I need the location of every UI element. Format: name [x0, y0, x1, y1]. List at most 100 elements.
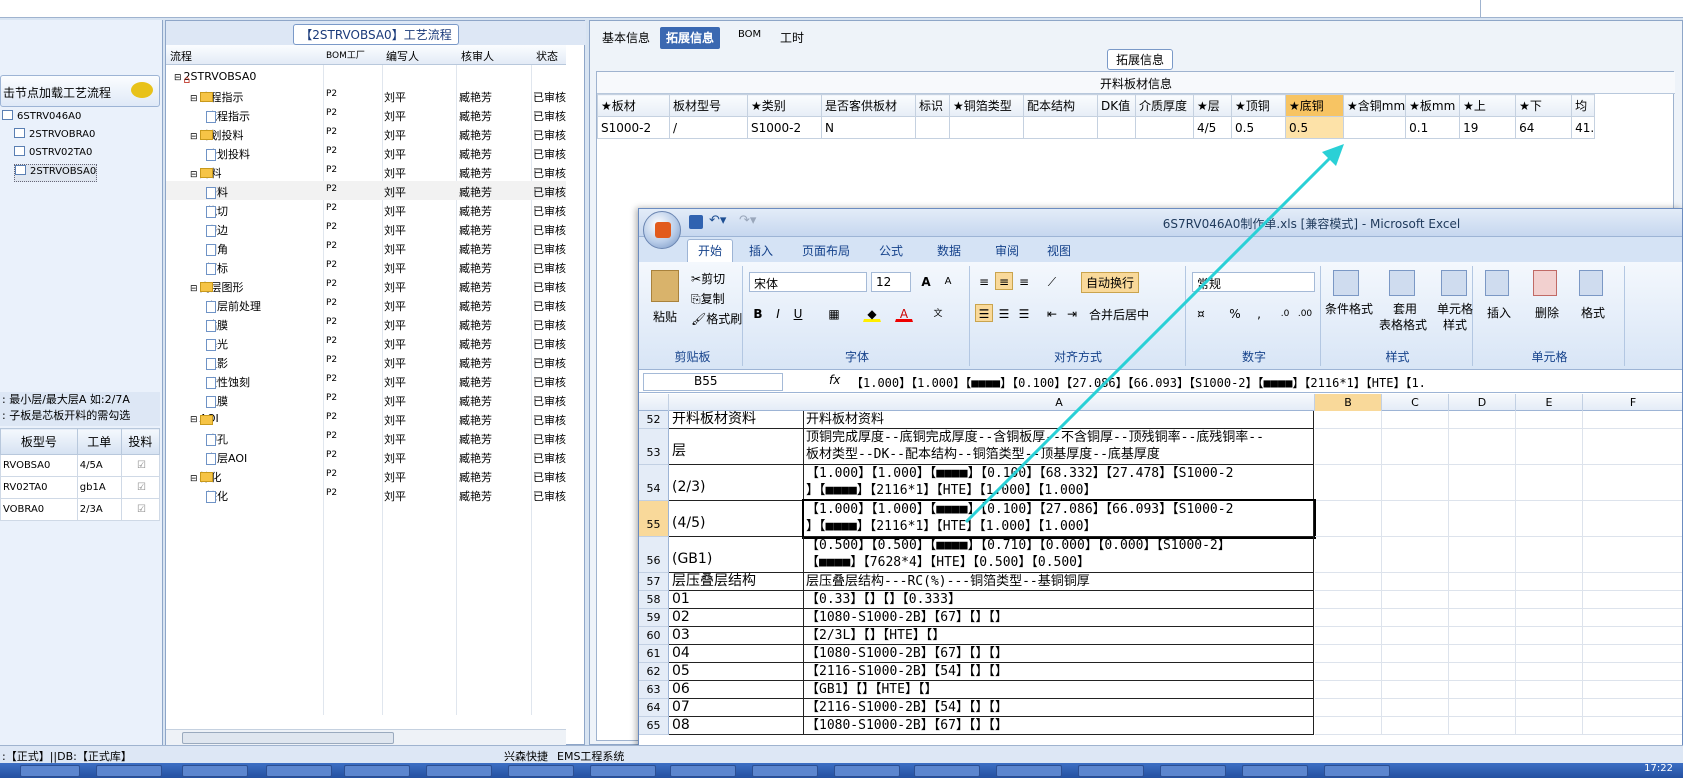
- grow-font-icon[interactable]: A: [917, 272, 935, 290]
- orientation-icon[interactable]: ⟋: [1043, 272, 1061, 290]
- cell-b[interactable]: 开料板材资料: [804, 411, 1314, 429]
- empty-cell[interactable]: [1516, 663, 1583, 681]
- cell-b[interactable]: 【2/3L】【】【HTE】【】: [804, 627, 1314, 645]
- empty-cell[interactable]: [1583, 537, 1682, 573]
- office-button[interactable]: [643, 211, 681, 249]
- taskbar-button[interactable]: [670, 765, 736, 777]
- process-row[interactable]: 贴膜 P2 刘平 臧艳芳 已审核: [166, 314, 566, 333]
- row-header[interactable]: 61: [639, 645, 669, 663]
- empty-cell[interactable]: [1315, 573, 1382, 591]
- cell-a[interactable]: 03: [669, 627, 804, 645]
- empty-cell[interactable]: [1449, 573, 1516, 591]
- row-header[interactable]: 54: [639, 465, 669, 501]
- ext-cell[interactable]: 0.5: [1285, 116, 1344, 139]
- process-row[interactable]: 显影 P2 刘平 臧艳芳 已审核: [166, 352, 566, 371]
- taskbar-button[interactable]: [20, 765, 80, 777]
- ext-col-header[interactable]: 是否客供板材: [821, 94, 916, 117]
- underline-icon[interactable]: U: [789, 304, 807, 322]
- decrease-indent-icon[interactable]: ⇤: [1043, 304, 1061, 322]
- bold-icon[interactable]: B: [749, 304, 767, 322]
- empty-cell[interactable]: [1382, 699, 1449, 717]
- font-color-icon[interactable]: A: [895, 304, 913, 322]
- empty-cell[interactable]: [1382, 627, 1449, 645]
- name-box[interactable]: B55: [643, 373, 783, 391]
- format-painter-button[interactable]: 🖌格式刷: [691, 310, 742, 327]
- ext-cell[interactable]: 0.5: [1231, 116, 1286, 139]
- empty-cell[interactable]: [1583, 681, 1682, 699]
- ext-col-header[interactable]: ★铜箔类型: [949, 94, 1024, 117]
- row-header[interactable]: 63: [639, 681, 669, 699]
- row-header[interactable]: 59: [639, 609, 669, 627]
- empty-cell[interactable]: [1382, 537, 1449, 573]
- taskbar-button[interactable]: [508, 765, 574, 777]
- empty-cell[interactable]: [1315, 681, 1382, 699]
- ext-col-header[interactable]: ★板mm: [1405, 94, 1461, 117]
- empty-cell[interactable]: [1516, 699, 1583, 717]
- empty-cell[interactable]: [1315, 699, 1382, 717]
- bom-tree-item[interactable]: 0STRV02TA0: [14, 146, 92, 164]
- taskbar-button[interactable]: [266, 765, 332, 777]
- empty-cell[interactable]: [1449, 681, 1516, 699]
- process-row[interactable]: 流程指示 P2 刘平 臧艳芳 已审核: [166, 105, 566, 124]
- ext-cell[interactable]: [1135, 116, 1194, 139]
- empty-cell[interactable]: [1583, 663, 1682, 681]
- decrease-decimal-icon[interactable]: .00: [1296, 304, 1314, 322]
- ext-col-header[interactable]: ★底铜: [1285, 94, 1344, 117]
- row-header[interactable]: 53: [639, 429, 669, 465]
- empty-cell[interactable]: [1516, 609, 1583, 627]
- process-group-row[interactable]: ⊟ 内层图形 P2 刘平 臧艳芳 已审核: [166, 276, 566, 295]
- copy-button[interactable]: ⎘复制: [691, 290, 725, 307]
- expand-toggle-icon[interactable]: ⊟: [190, 474, 198, 484]
- paste-button[interactable]: 粘贴: [653, 308, 677, 325]
- ribbon-tab-view[interactable]: 视图: [1047, 242, 1071, 259]
- empty-cell[interactable]: [1382, 663, 1449, 681]
- col-header[interactable]: 工单: [76, 428, 122, 455]
- row-header[interactable]: 60: [639, 627, 669, 645]
- column-header[interactable]: B: [1315, 394, 1382, 411]
- taskbar-button[interactable]: [182, 765, 248, 777]
- empty-cell[interactable]: [1583, 627, 1682, 645]
- cell-a[interactable]: 02: [669, 609, 804, 627]
- cell-a[interactable]: 层: [669, 429, 804, 465]
- format-cells-button[interactable]: 格式: [1581, 304, 1605, 321]
- ext-col-header[interactable]: ★层: [1193, 94, 1232, 117]
- taskbar-button[interactable]: [1242, 765, 1308, 777]
- align-bottom-icon[interactable]: ≡: [1015, 272, 1033, 290]
- delete-cells-icon[interactable]: [1533, 270, 1557, 296]
- cell-b[interactable]: 【1080-S1000-2B】【67】【】【】: [804, 645, 1314, 663]
- cell-style-button-2[interactable]: 样式: [1443, 316, 1467, 333]
- process-row[interactable]: 开料 P2 刘平 臧艳芳 已审核: [166, 181, 566, 200]
- empty-cell[interactable]: [1583, 645, 1682, 663]
- cell-style-icon[interactable]: [1441, 270, 1467, 296]
- col-header-reviewer[interactable]: 核审人: [461, 48, 494, 64]
- ext-cell[interactable]: [949, 116, 1024, 139]
- cell-a[interactable]: (GB1): [669, 537, 804, 573]
- horizontal-scrollbar[interactable]: [166, 729, 566, 745]
- empty-cell[interactable]: [1449, 627, 1516, 645]
- formula-input[interactable]: 【1.000】【1.000】【■■■■】【0.100】【27.086】【66.0…: [851, 374, 1426, 391]
- ext-cell[interactable]: [1097, 116, 1136, 139]
- ext-col-header[interactable]: ★顶铜: [1231, 94, 1286, 117]
- ext-col-header[interactable]: DK值: [1097, 94, 1136, 117]
- taskbar-button[interactable]: [1160, 765, 1226, 777]
- empty-cell[interactable]: [1449, 609, 1516, 627]
- ext-cell[interactable]: S1000-2: [747, 116, 822, 139]
- cell-b[interactable]: 【0.33】【】【】【0.333】: [804, 591, 1314, 609]
- ext-cell[interactable]: 4/5: [1193, 116, 1232, 139]
- row-header[interactable]: 62: [639, 663, 669, 681]
- cell-a[interactable]: 06: [669, 681, 804, 699]
- process-row[interactable]: 打标 P2 刘平 臧艳芳 已审核: [166, 257, 566, 276]
- empty-cell[interactable]: [1315, 429, 1382, 465]
- empty-cell[interactable]: [1449, 717, 1516, 735]
- table-format-icon[interactable]: [1389, 270, 1415, 296]
- column-header[interactable]: D: [1449, 394, 1516, 411]
- fill-color-icon[interactable]: ◆: [863, 304, 881, 322]
- empty-cell[interactable]: [1382, 645, 1449, 663]
- empty-cell[interactable]: [1516, 411, 1583, 429]
- empty-cell[interactable]: [1382, 573, 1449, 591]
- font-size-select[interactable]: 12: [871, 272, 911, 292]
- font-name-select[interactable]: 宋体: [749, 272, 867, 292]
- cell-b[interactable]: 【0.500】【0.500】【■■■■】【0.710】【0.000】【0.000…: [804, 537, 1314, 573]
- process-row[interactable]: ⊟ ⌂ 2STRVOBSA0: [166, 67, 566, 86]
- column-header[interactable]: A: [804, 394, 1315, 411]
